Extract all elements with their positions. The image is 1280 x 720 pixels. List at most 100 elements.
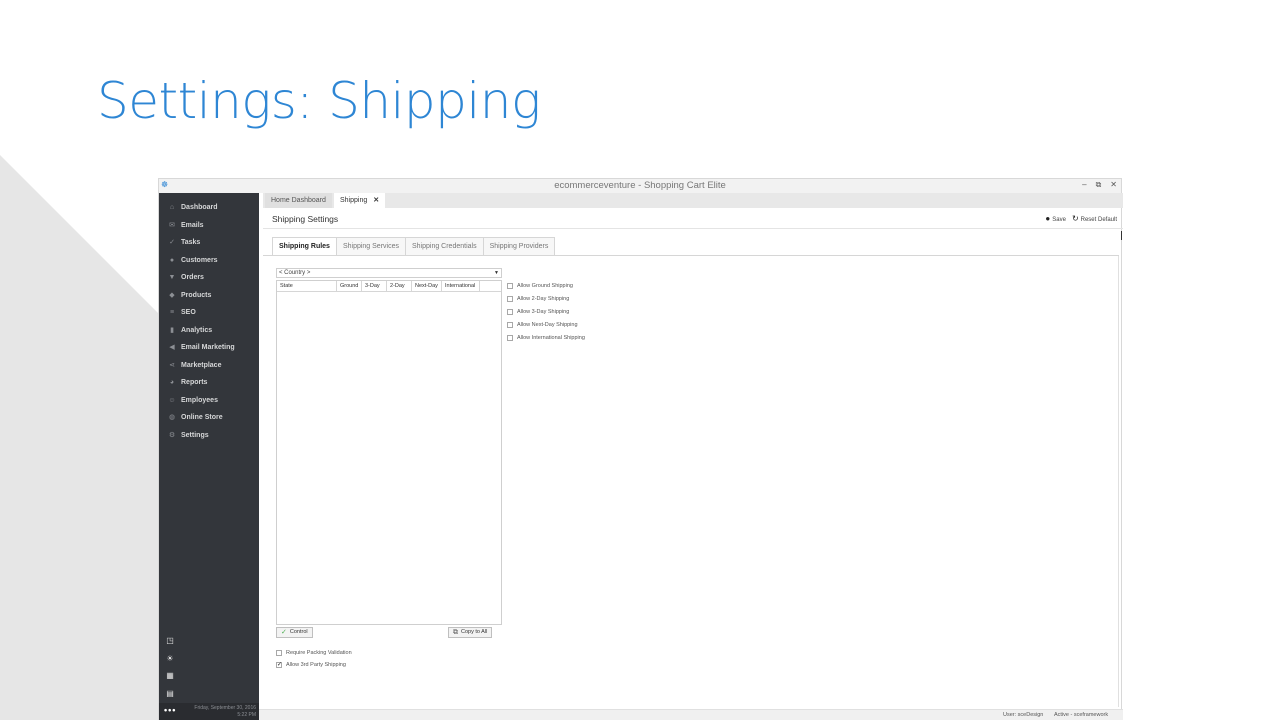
country-select-value: < Country > <box>279 270 311 276</box>
tab-home-dashboard[interactable]: Home Dashboard <box>265 193 332 208</box>
option-label: Require Packing Validation <box>286 650 352 656</box>
slide: Settings: Shipping ☸ ecommerceventure - … <box>0 0 1280 720</box>
minimize-icon[interactable]: – <box>1082 180 1086 190</box>
chevron-down-icon: ▼ <box>494 270 499 276</box>
sidebar-item-label: Orders <box>181 273 204 281</box>
allow-3rd-party-shipping-option[interactable]: ✓ Allow 3rd Party Shipping <box>276 662 346 668</box>
windows-icon[interactable]: ◳ <box>165 636 175 646</box>
checkbox[interactable] <box>507 309 513 315</box>
tab-shipping[interactable]: Shipping ✕ <box>334 193 386 208</box>
tag-icon: ◆ <box>169 292 175 299</box>
control-button-label: Control <box>289 629 308 635</box>
more-icon[interactable]: ••• <box>164 705 176 715</box>
checkbox[interactable] <box>507 296 513 302</box>
settings-subtabs: Shipping Rules Shipping Services Shippin… <box>272 237 556 255</box>
title-bar[interactable]: ☸ ecommerceventure - Shopping Cart Elite… <box>159 179 1121 193</box>
checkmarks-icon: ✓ <box>169 239 175 246</box>
sidebar-item-dashboard[interactable]: ⌂ Dashboard <box>159 199 259 215</box>
time-text: 5:22 PM <box>237 711 256 718</box>
sidebar-item-label: Online Store <box>181 413 223 421</box>
sidebar-item-label: SEO <box>181 308 196 316</box>
tab-label: Shipping <box>340 197 368 204</box>
sidebar-item-label: Analytics <box>181 326 213 334</box>
allow-next-day-shipping-option[interactable]: Allow Next-Day Shipping <box>507 322 578 328</box>
grid-header: State Ground 3-Day 2-Day Next-Day Intern… <box>277 281 501 292</box>
state-rules-grid[interactable]: State Ground 3-Day 2-Day Next-Day Intern… <box>276 280 502 625</box>
calendar-icon[interactable]: ▤ <box>165 689 175 699</box>
sidebar-item-customers[interactable]: ● Customers <box>159 252 259 268</box>
tab-shipping-providers[interactable]: Shipping Providers <box>482 237 556 255</box>
sidebar-item-label: Reports <box>181 378 208 386</box>
option-label: Allow 3-Day Shipping <box>517 309 570 315</box>
sidebar-item-reports[interactable]: ◕ Reports <box>159 374 259 390</box>
option-label: Allow International Shipping <box>517 335 585 341</box>
sidebar-item-label: Settings <box>181 431 209 439</box>
calculator-icon[interactable]: ▦ <box>165 671 175 681</box>
tab-shipping-services[interactable]: Shipping Services <box>335 237 406 255</box>
sidebar-item-label: Tasks <box>181 238 201 246</box>
sidebar-item-orders[interactable]: ▼ Orders <box>159 269 259 285</box>
page-title: Shipping Settings <box>272 214 339 224</box>
refresh-icon: ↻ <box>1071 214 1079 223</box>
column-2-day[interactable]: 2-Day <box>387 281 412 292</box>
allow-3-day-shipping-option[interactable]: Allow 3-Day Shipping <box>507 309 569 315</box>
checkbox-checked[interactable]: ✓ <box>276 662 282 668</box>
save-button[interactable]: ● Save <box>1045 214 1066 223</box>
sidebar-item-online-store[interactable]: ◍ Online Store <box>159 409 259 425</box>
control-button[interactable]: ✓ Control <box>276 627 313 638</box>
reset-default-button[interactable]: ↻ Reset Default <box>1072 214 1117 223</box>
tab-shipping-rules[interactable]: Shipping Rules <box>272 237 337 255</box>
column-next-day[interactable]: Next-Day <box>412 281 442 292</box>
date-text: Friday, September 30, 2016 <box>194 705 256 711</box>
status-bar: User: sceDesign Active - sceframework <box>259 709 1123 720</box>
slide-title: Settings: Shipping <box>97 72 541 130</box>
sidebar-item-settings[interactable]: ⚙ Settings <box>159 427 259 443</box>
sliders-icon: ≡ <box>169 308 175 316</box>
copy-icon: ⧉ <box>453 629 458 636</box>
checkbox[interactable] <box>507 322 513 328</box>
bar-chart-icon: ▮ <box>170 327 174 334</box>
allow-2-day-shipping-option[interactable]: Allow 2-Day Shipping <box>507 296 569 302</box>
home-icon: ⌂ <box>169 203 175 211</box>
page-header: Shipping Settings ● Save ↻ Reset Default <box>263 209 1123 229</box>
allow-international-shipping-option[interactable]: Allow International Shipping <box>507 335 585 341</box>
sidebar-item-marketplace[interactable]: ⋖ Marketplace <box>159 357 259 373</box>
close-tab-icon[interactable]: ✕ <box>373 197 379 204</box>
sidebar-item-label: Marketplace <box>181 361 222 369</box>
sidebar: ⌂ Dashboard ✉ Emails ✓ Tasks ● Customers… <box>159 193 259 720</box>
sidebar-item-analytics[interactable]: ▮ Analytics <box>159 322 259 338</box>
person-icon: ● <box>169 256 175 264</box>
share-icon: ⋖ <box>169 362 175 369</box>
save-icon: ● <box>1045 214 1051 223</box>
pie-chart-icon: ◕ <box>169 378 175 386</box>
column-international[interactable]: International <box>442 281 480 292</box>
sidebar-item-label: Email Marketing <box>181 343 235 351</box>
option-label: Allow Next-Day Shipping <box>517 322 578 328</box>
column-3-day[interactable]: 3-Day <box>362 281 387 292</box>
sidebar-item-seo[interactable]: ≡ SEO <box>159 304 259 320</box>
globe-icon: ◍ <box>168 414 176 421</box>
checkbox[interactable] <box>276 650 282 656</box>
column-state[interactable]: State <box>277 281 337 292</box>
window-title: ecommerceventure - Shopping Cart Elite <box>554 180 726 191</box>
require-packing-validation-option[interactable]: Require Packing Validation <box>276 650 352 656</box>
sidebar-item-label: Products <box>181 291 212 299</box>
sidebar-footer: ••• Friday, September 30, 2016 5:22 PM <box>159 703 259 720</box>
checkbox[interactable] <box>507 283 513 289</box>
lightbulb-icon[interactable]: ☀ <box>165 654 175 664</box>
sidebar-item-email-marketing[interactable]: ◀ Email Marketing <box>159 339 259 355</box>
tab-shipping-credentials[interactable]: Shipping Credentials <box>404 237 484 255</box>
close-icon[interactable]: ✕ <box>1110 180 1117 190</box>
checkbox[interactable] <box>507 335 513 341</box>
sidebar-item-tasks[interactable]: ✓ Tasks <box>159 234 259 250</box>
restore-icon[interactable]: ⧉ <box>1096 180 1102 190</box>
sidebar-item-products[interactable]: ◆ Products <box>159 287 259 303</box>
date-time: Friday, September 30, 2016 5:22 PM <box>194 705 256 718</box>
copy-to-all-button[interactable]: ⧉ Copy to All <box>448 627 493 638</box>
allow-ground-shipping-option[interactable]: Allow Ground Shipping <box>507 283 573 289</box>
envelope-icon: ✉ <box>169 222 175 229</box>
sidebar-item-employees[interactable]: ☺ Employees <box>159 392 259 408</box>
sidebar-item-emails[interactable]: ✉ Emails <box>159 217 259 233</box>
column-ground[interactable]: Ground <box>337 281 362 292</box>
country-select[interactable]: < Country > ▼ <box>276 268 502 278</box>
